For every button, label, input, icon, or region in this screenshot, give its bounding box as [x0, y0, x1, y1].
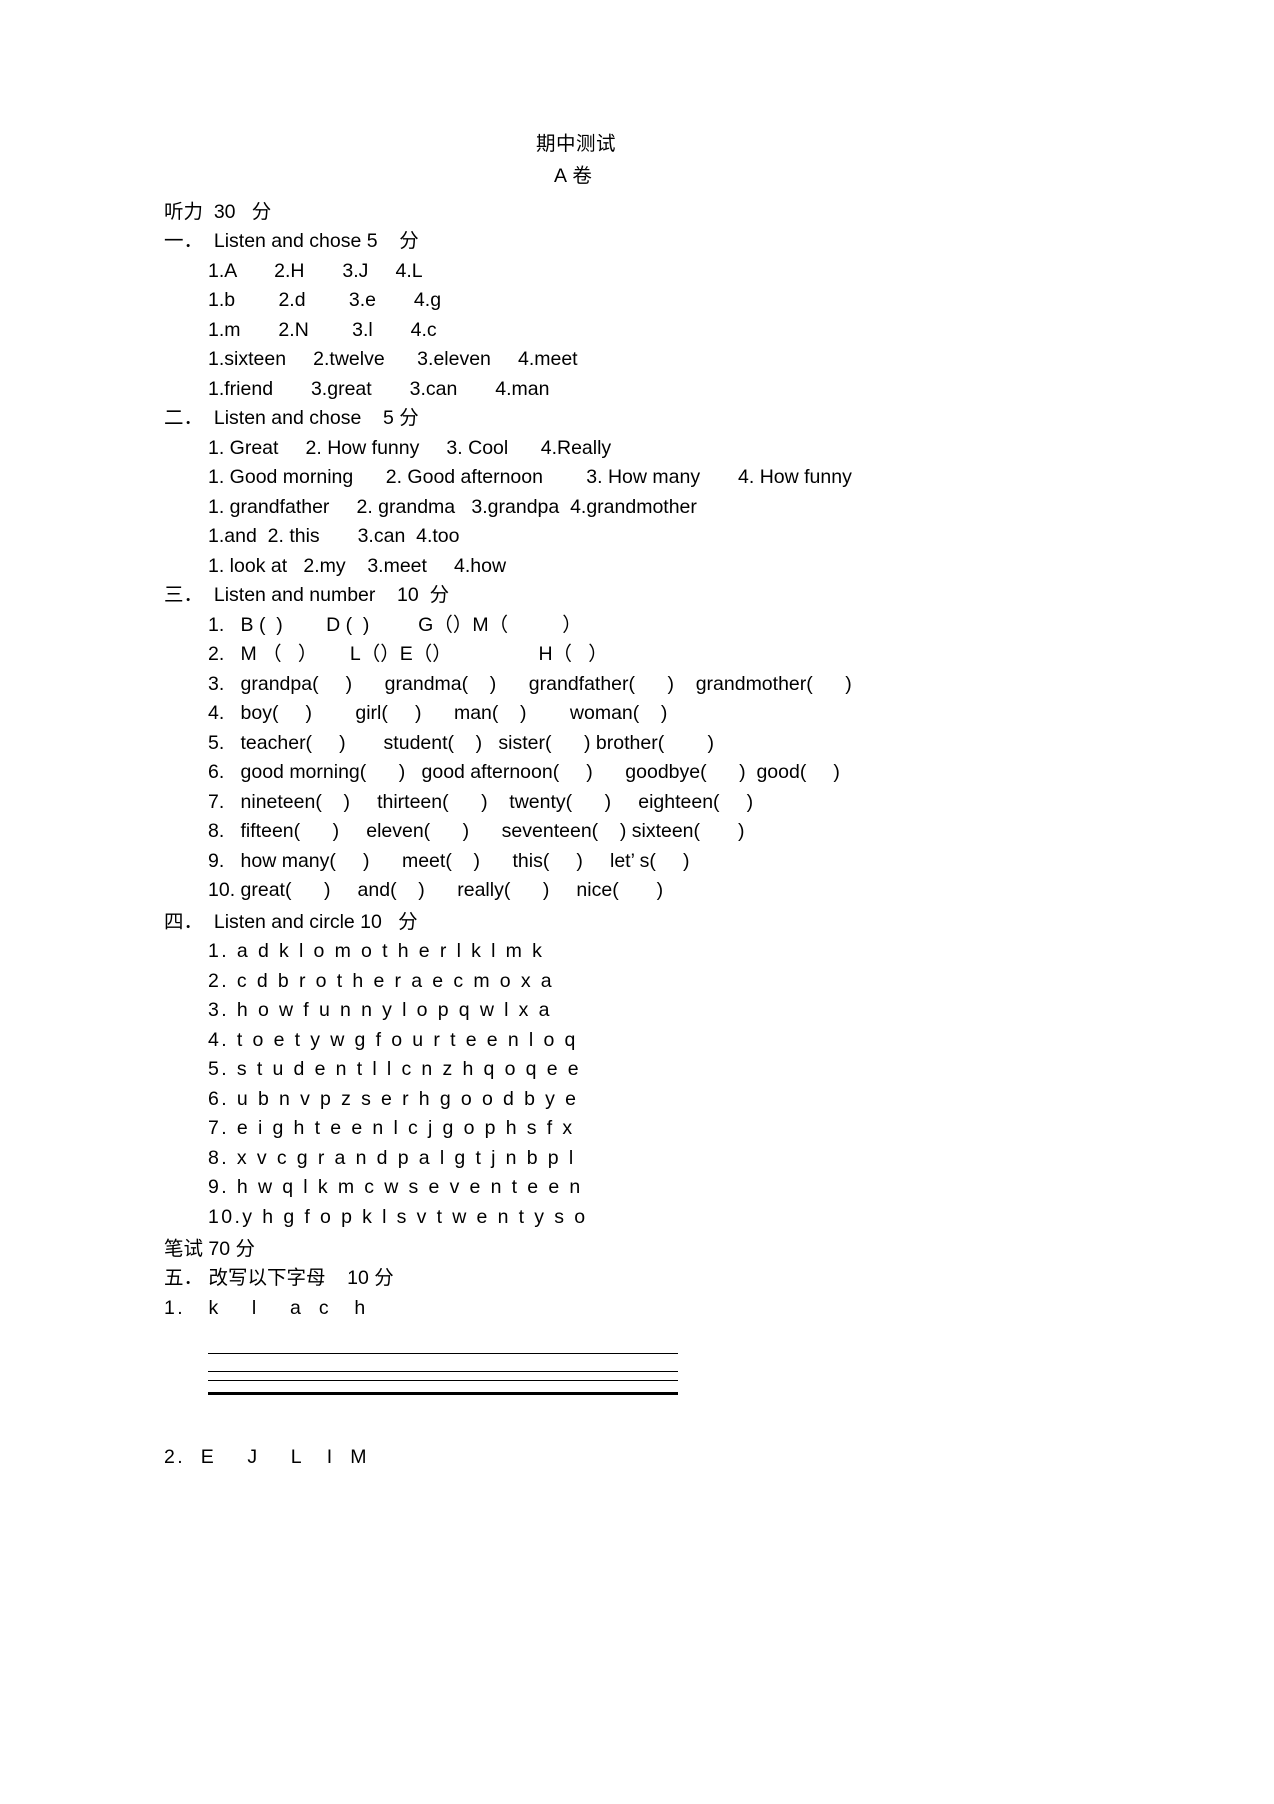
wordsearch-line: 8. x v c g r a n d p a l g t j n b p l — [208, 1146, 576, 1169]
question-line: 1. look at 2.my 3.meet 4.how — [208, 554, 507, 577]
written-heading: 笔试 70 分 — [164, 1238, 256, 1260]
wordsearch-line: 5. s t u d e n t l l c n z h q o q e e — [208, 1058, 582, 1080]
question-line: 1. grandfather 2. grandma 3.grandpa 4.gr… — [208, 495, 697, 518]
wordsearch-line: 7. e i g h t e e n l c j g o p h s f x — [208, 1117, 575, 1139]
question-line: 9. how many( ) meet( ) this( ) let’ s( ) — [208, 849, 690, 872]
section-number-1: 一． — [164, 230, 204, 252]
question-line: 1.and 2. this 3.can 4.too — [208, 525, 460, 547]
question-line: 1. Good morning 2. Good afternoon 3. How… — [208, 466, 852, 488]
question-line: 3. grandpa( ) grandma( ) grandfather( ) … — [208, 672, 852, 695]
section-number-2: 二． — [164, 407, 204, 429]
handwriting-ruled-lines-1 — [208, 1335, 678, 1397]
section-heading-3: 三． Listen and number 10 分 — [164, 581, 1126, 611]
question-line: 8. fifteen( ) eleven( ) seventeen( ) six… — [208, 820, 745, 842]
listening-heading: 听力 30 分 — [164, 201, 272, 223]
question-line: 5. teacher( ) student( ) sister( ) broth… — [208, 731, 715, 754]
section-title-4: Listen and circle 10 分 — [213, 910, 418, 933]
question-line: 2. M （ ） L（）E（） H（ ） — [208, 643, 608, 665]
wordsearch-line: 3. h o w f u n n y l o p q w l x a — [208, 999, 552, 1021]
question-line: 1. Great 2. How funny 3. Cool 4.Really — [208, 436, 612, 459]
rule-line — [208, 1353, 678, 1354]
question-line: 10. great( ) and( ) really( ) nice( ) — [208, 879, 664, 901]
section-heading-2: 二． Listen and chose 5 分 — [164, 404, 1126, 434]
handwriting-item-1: 1. k l a c h — [164, 1296, 368, 1319]
section-heading-5: 五． 改写以下字母 10 分 — [164, 1264, 1126, 1294]
question-line: 1.A 2.H 3.J 4.L — [208, 259, 423, 282]
rule-line — [208, 1371, 678, 1372]
page-content: 期中测试 A 卷 听力 30 分 一． Listen and chose 5 分… — [164, 128, 1126, 1473]
exam-paper-page: 期中测试 A 卷 听力 30 分 一． Listen and chose 5 分… — [0, 0, 1274, 1804]
question-line: 4. boy( ) girl( ) man( ) woman( ) — [208, 702, 668, 724]
section-title-3: Listen and number 10 分 — [213, 584, 450, 606]
wordsearch-line: 4. t o e t y w g f o u r t e e n l o q — [208, 1028, 578, 1051]
section-title-5: 改写以下字母 10 分 — [208, 1267, 394, 1289]
page-title: 期中测试 — [536, 133, 617, 155]
question-line: 1. B ( ) D ( ) G（）M（ ） — [208, 613, 582, 636]
question-line: 1.friend 3.great 3.can 4.man — [208, 377, 550, 400]
section-title-2: Listen and chose 5 分 — [213, 407, 419, 429]
page-subtitle: A 卷 — [554, 165, 593, 187]
section-number-3: 三． — [164, 584, 204, 606]
wordsearch-line: 10.y h g f o p k l s v t w e n t y s o — [208, 1205, 588, 1228]
wordsearch-line: 6. u b n v p z s e r h g o o d b y e — [208, 1087, 579, 1110]
wordsearch-line: 1. a d k l o m o t h e r l k l m k — [208, 940, 545, 962]
question-line: 1.b 2.d 3.e 4.g — [208, 289, 442, 311]
handwriting-item-2: 2. E J L I M — [164, 1446, 369, 1468]
section-number-4: 四． — [164, 910, 204, 933]
wordsearch-line: 9. h w q l k m c w s e v e n t e e n — [208, 1176, 583, 1198]
question-line: 6. good morning( ) good afternoon( ) goo… — [208, 761, 840, 783]
section-number-5: 五． — [164, 1267, 204, 1289]
question-line: 1.sixteen 2.twelve 3.eleven 4.meet — [208, 348, 578, 370]
rule-line-baseline — [208, 1392, 678, 1395]
section-heading-1: 一． Listen and chose 5 分 — [164, 227, 1126, 257]
question-line: 7. nineteen( ) thirteen( ) twenty( ) eig… — [208, 790, 754, 813]
wordsearch-line: 2. c d b r o t h e r a e c m o x a — [208, 969, 555, 992]
question-line: 1.m 2.N 3.l 4.c — [208, 318, 437, 341]
section-title-1: Listen and chose 5 分 — [213, 230, 419, 252]
rule-line — [208, 1380, 678, 1381]
section-heading-4: 四． Listen and circle 10 分 — [164, 908, 1126, 938]
